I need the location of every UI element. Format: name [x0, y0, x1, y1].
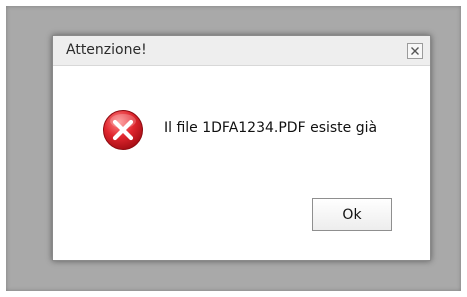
- ok-button[interactable]: Ok: [312, 198, 392, 231]
- dialog-title: Attenzione!: [66, 42, 147, 58]
- alert-dialog: Attenzione! Il file 1DFA1234.PDF esiste …: [52, 35, 431, 261]
- dialog-titlebar: Attenzione!: [53, 36, 430, 66]
- dialog-message: Il file 1DFA1234.PDF esiste già: [164, 120, 378, 136]
- error-icon: [102, 109, 144, 151]
- close-icon: [410, 46, 420, 56]
- close-button[interactable]: [407, 43, 423, 59]
